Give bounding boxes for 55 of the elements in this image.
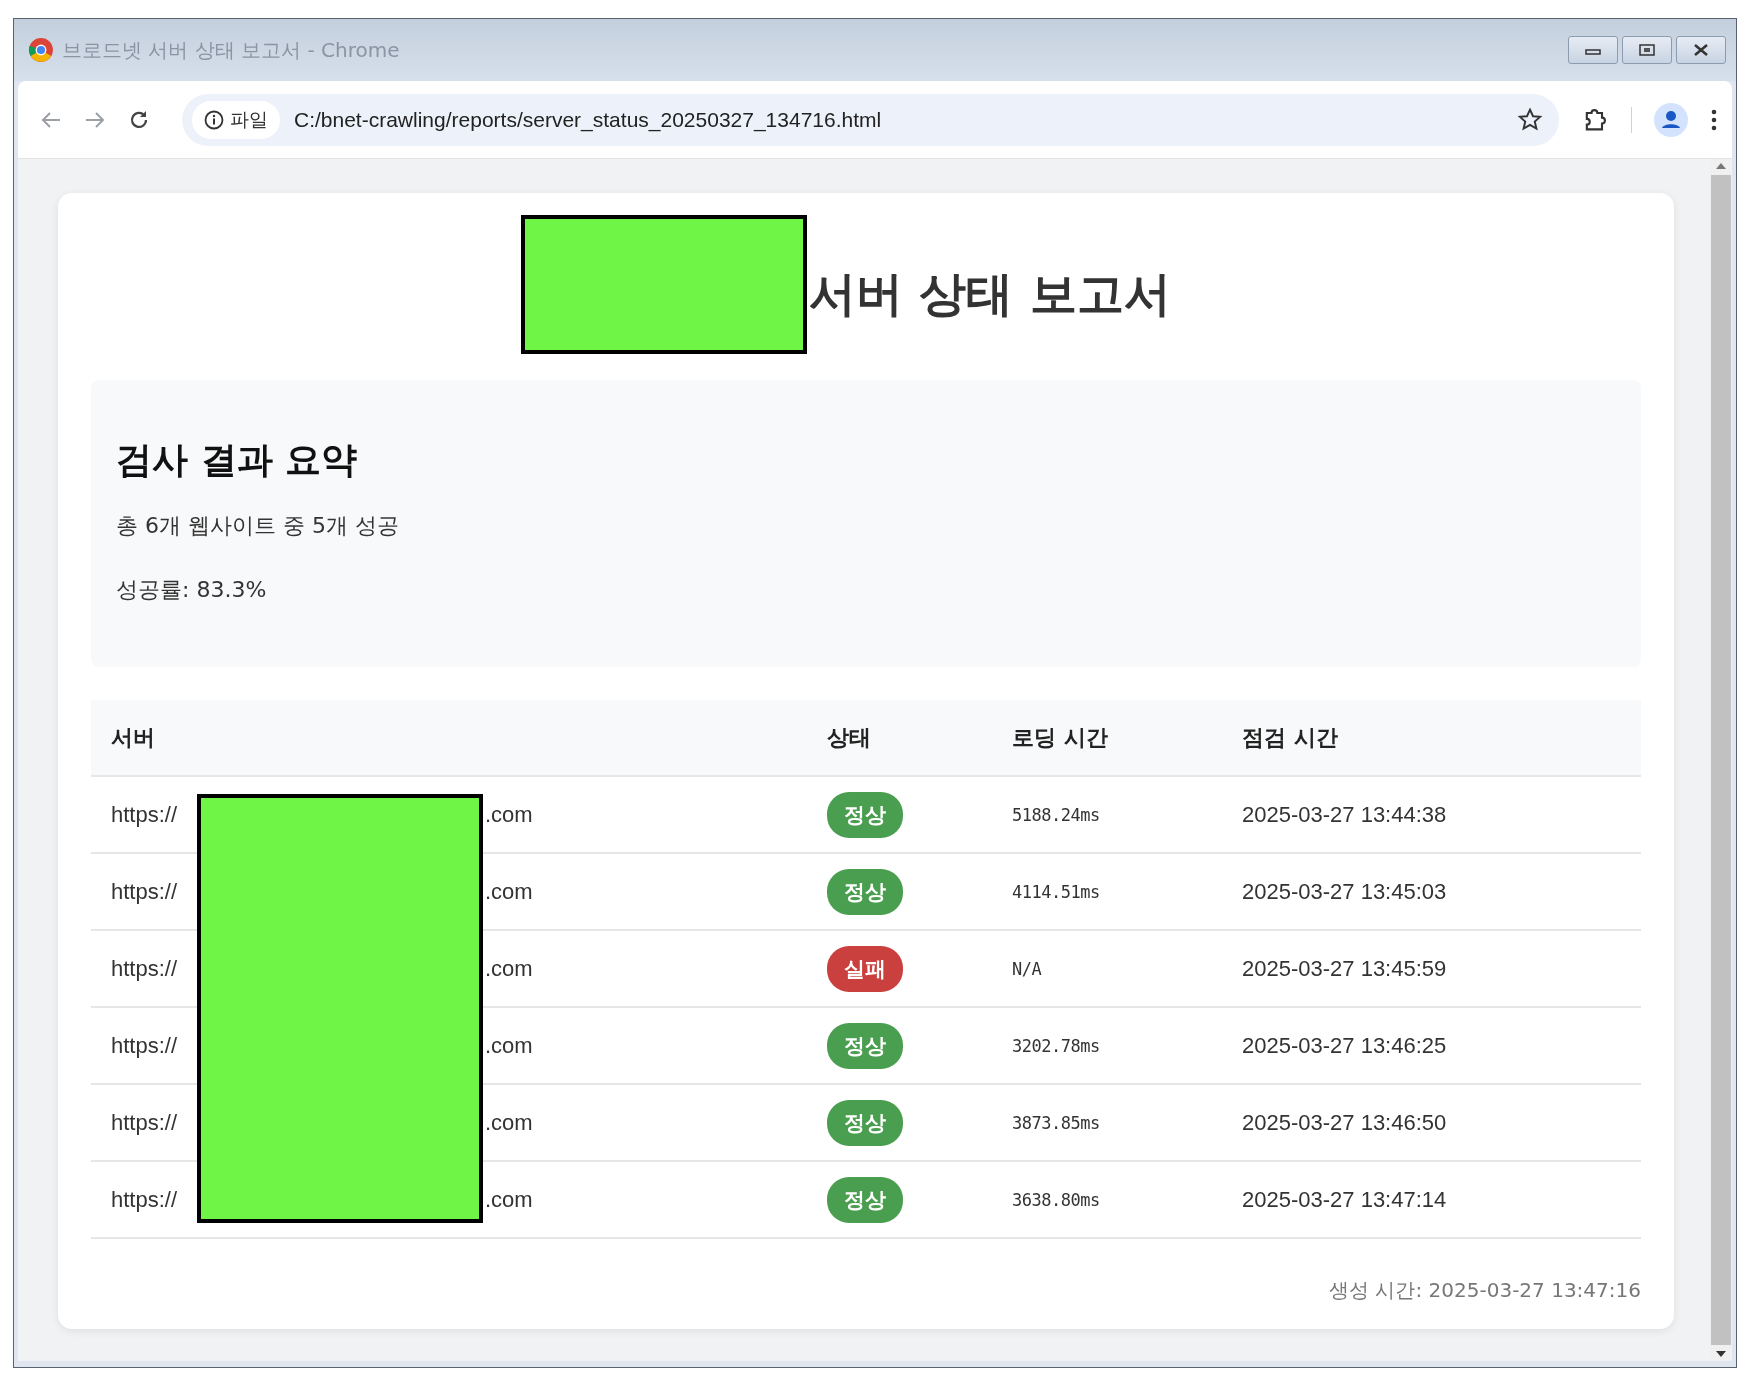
check-time: 2025-03-27 13:47:14 [1241, 1186, 1448, 1213]
column-header: 서버 [110, 723, 156, 752]
status-badge: 정상 [827, 868, 903, 915]
summary-heading: 검사 결과 요약 [116, 438, 359, 482]
load-time: 5188.24ms [1011, 804, 1100, 825]
profile-button[interactable] [1654, 102, 1688, 137]
window-title: 브로드넷 서버 상태 보고서 - Chrome [62, 36, 401, 64]
check-time: 2025-03-27 13:45:03 [1241, 878, 1448, 905]
check-time: 2025-03-27 13:46:25 [1241, 1032, 1448, 1059]
chrome-logo-icon [28, 37, 54, 63]
maximize-button[interactable] [1622, 36, 1672, 64]
address-bar[interactable]: 파일 C:/bnet-crawling/reports/server_status_20250327_134716.html [182, 93, 1559, 146]
status-badge: 정상 [827, 791, 903, 838]
server-url-start: https:// [111, 801, 178, 828]
load-time: 3873.85ms [1011, 1112, 1100, 1133]
server-url-start: https:// [111, 1109, 178, 1136]
close-icon [1693, 44, 1709, 56]
status-badge: 정상 [827, 1099, 903, 1146]
load-time: N/A [1011, 958, 1042, 979]
column-header: 로딩 시간 [1011, 723, 1109, 752]
load-time: 4114.51ms [1011, 881, 1100, 902]
server-url-end: .com [485, 1186, 533, 1213]
scroll-down-arrow-icon[interactable] [1716, 1351, 1726, 1357]
load-time: 3202.78ms [1011, 1035, 1100, 1056]
server-url-end: .com [485, 955, 533, 982]
check-time: 2025-03-27 13:45:59 [1241, 955, 1448, 982]
summary-text: 성공률: 83.3% [116, 576, 268, 604]
status-badge: 정상 [827, 1022, 903, 1069]
site-info-chip[interactable]: 파일 [192, 100, 280, 139]
load-time: 3638.80ms [1011, 1189, 1100, 1210]
bookmark-star-button[interactable] [1517, 106, 1543, 133]
check-time: 2025-03-27 13:46:50 [1241, 1109, 1448, 1136]
info-icon [204, 109, 224, 130]
generated-time: 생성 시간: 2025-03-27 13:47:16 [1329, 1277, 1641, 1304]
server-url-end: .com [485, 878, 533, 905]
check-time: 2025-03-27 13:44:38 [1241, 801, 1448, 828]
maximize-icon [1639, 44, 1655, 56]
server-url-end: .com [485, 1032, 533, 1059]
server-url-start: https:// [111, 955, 178, 982]
status-badge: 정상 [827, 1176, 903, 1223]
summary-text: 총 6개 웹사이트 중 5개 성공 [116, 512, 400, 540]
minimize-button[interactable] [1568, 36, 1618, 64]
scroll-up-arrow-icon[interactable] [1716, 163, 1726, 169]
column-header: 점검 시간 [1241, 723, 1339, 752]
server-url-start: https:// [111, 878, 178, 905]
close-button[interactable] [1676, 36, 1726, 64]
server-url-start: https:// [111, 1186, 178, 1213]
server-url-end: .com [485, 1109, 533, 1136]
menu-button[interactable] [1710, 107, 1718, 132]
url-text: C:/bnet-crawling/reports/server_status_20250327_134716.html [294, 107, 883, 132]
server-url-start: https:// [111, 1032, 178, 1059]
column-header: 상태 [826, 723, 872, 752]
server-url-end: .com [485, 801, 533, 828]
status-badge: 실패 [827, 945, 903, 992]
report-title: 서버 상태 보고서 [809, 265, 1171, 323]
